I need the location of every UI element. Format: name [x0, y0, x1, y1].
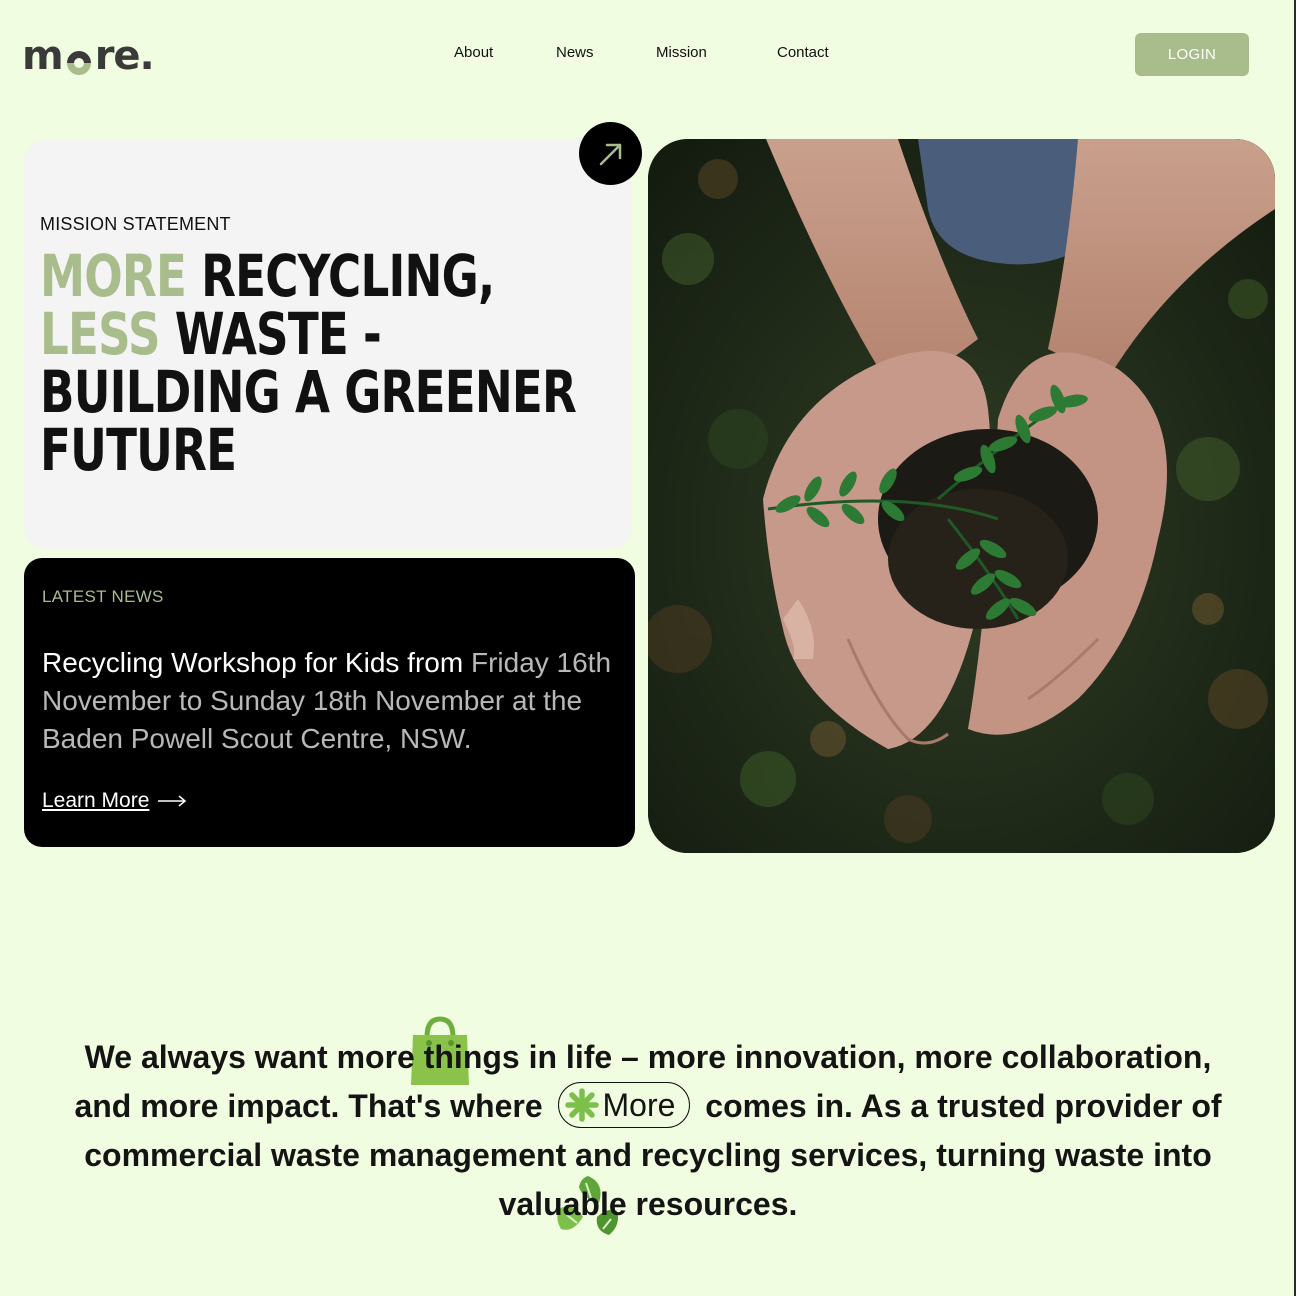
- open-mission-button[interactable]: [579, 122, 642, 185]
- latest-news-card: LATEST NEWS Recycling Workshop for Kids …: [24, 558, 635, 847]
- login-button[interactable]: LOGIN: [1135, 33, 1249, 76]
- more-pill-label: More: [602, 1086, 676, 1123]
- nav-contact[interactable]: Contact: [777, 44, 829, 61]
- mission-card: MISSION STATEMENT MORE RECYCLING, LESS W…: [24, 139, 632, 549]
- mission-label: MISSION STATEMENT: [40, 214, 231, 234]
- news-label: LATEST NEWS: [42, 587, 164, 606]
- title-part: FUTURE: [40, 416, 237, 484]
- nav-mission[interactable]: Mission: [656, 44, 707, 61]
- news-headline: Recycling Workshop for Kids from: [42, 647, 471, 678]
- learn-more-label: Learn More: [42, 789, 150, 812]
- more-pill-badge: More: [557, 1082, 691, 1129]
- hands-holding-plant-photo: [648, 139, 1275, 853]
- nav-about[interactable]: About: [454, 44, 493, 61]
- nav-news[interactable]: News: [556, 44, 594, 61]
- about-paragraph: We always want more things in life – mor…: [60, 1033, 1236, 1228]
- arrow-right-icon: [158, 795, 187, 807]
- asterisk-icon: [564, 1088, 599, 1122]
- learn-more-link[interactable]: Learn More: [42, 789, 187, 813]
- mission-title: MORE RECYCLING, LESS WASTE - BUILDING A …: [40, 247, 633, 479]
- news-text: Recycling Workshop for Kids from Friday …: [42, 644, 632, 758]
- title-part: BUILDING A GREENER: [40, 358, 577, 426]
- main-nav: About News Mission Contact: [0, 44, 1296, 66]
- arrow-up-right-icon: [599, 143, 621, 165]
